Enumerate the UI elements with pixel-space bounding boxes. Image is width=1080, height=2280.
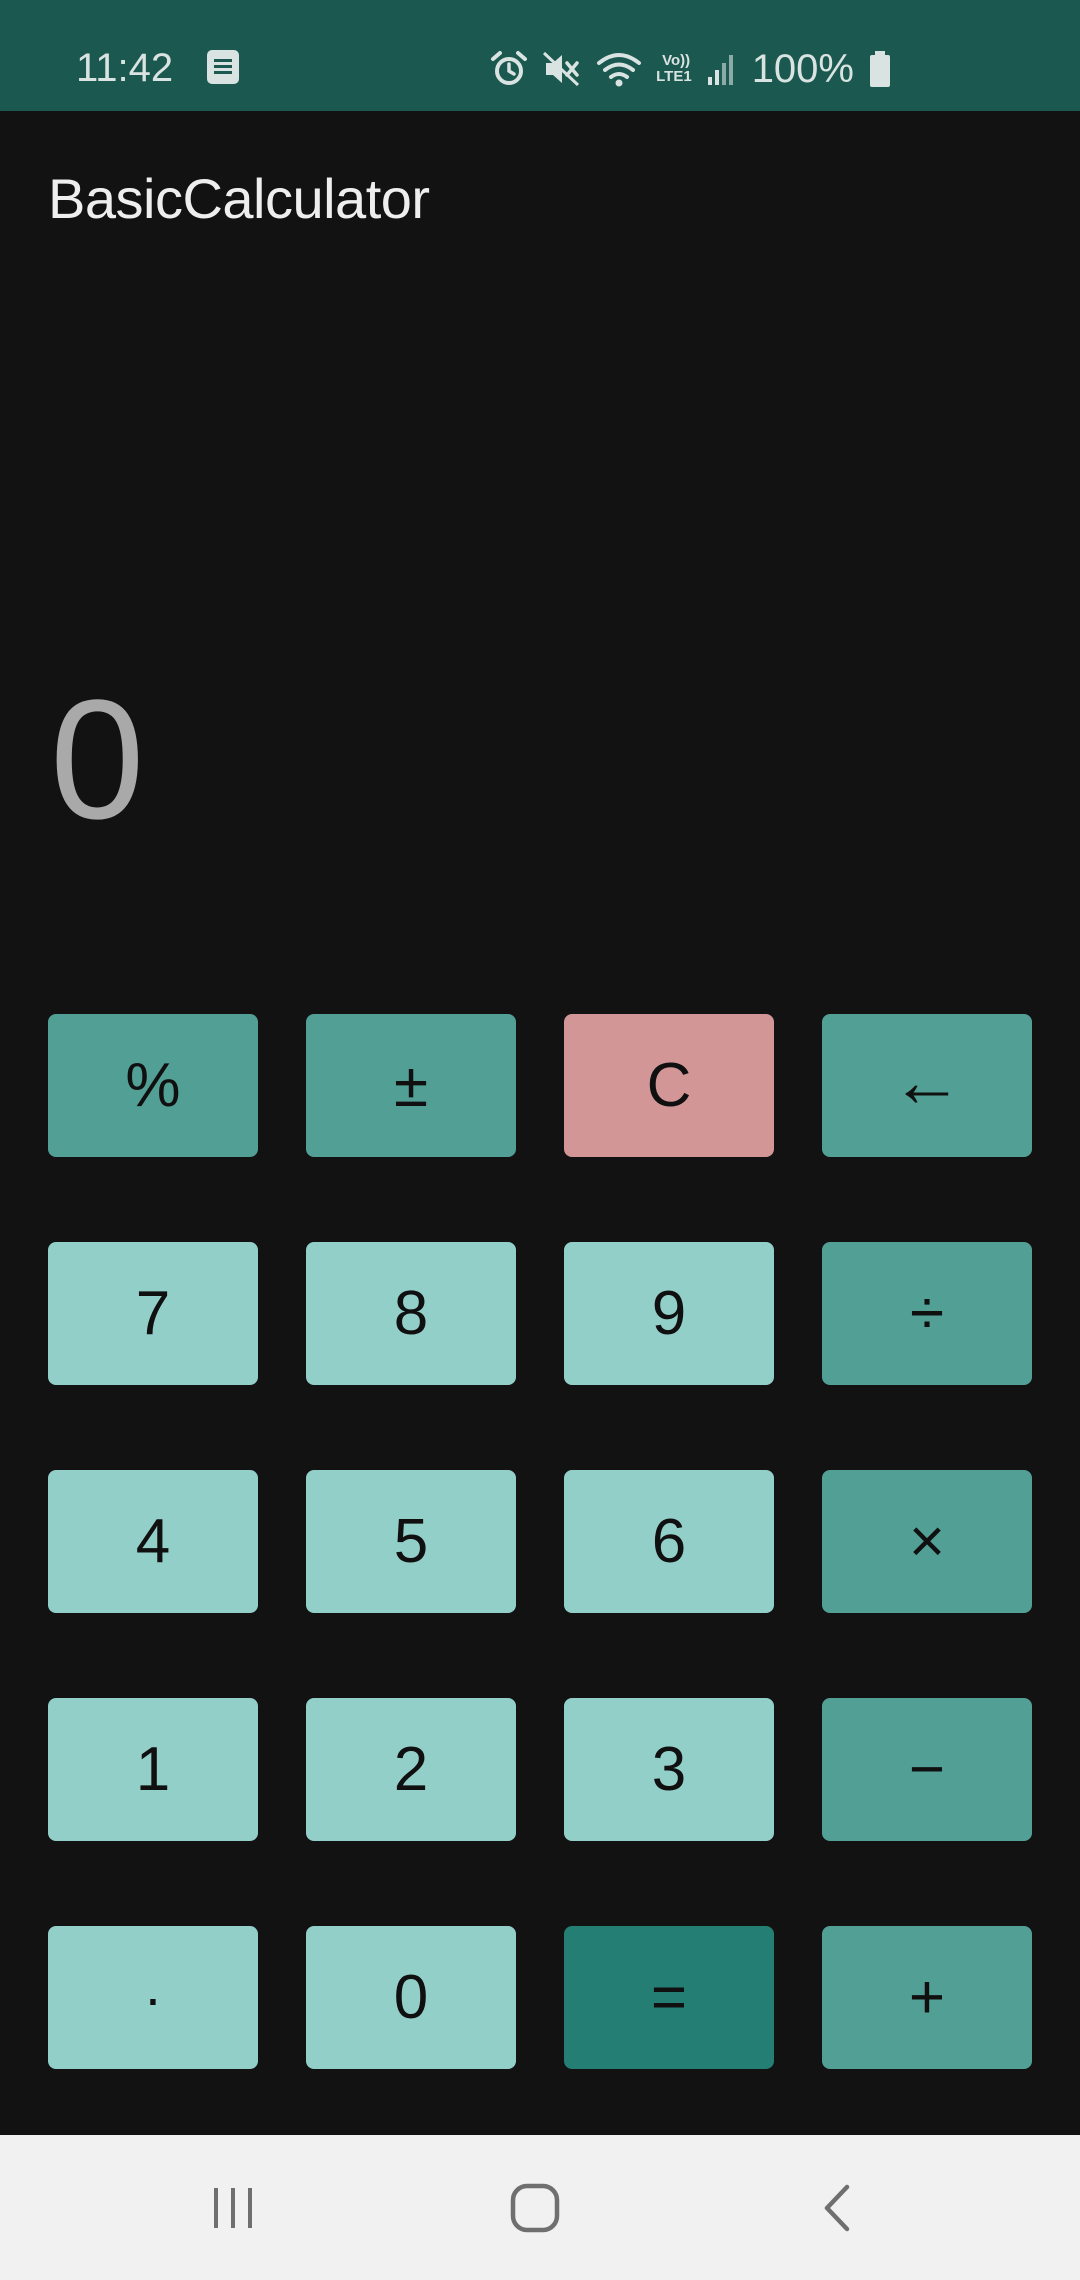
- key-label: 9: [651, 1279, 687, 1348]
- mute-icon: [543, 51, 580, 87]
- key-2-button[interactable]: 2: [306, 1698, 516, 1841]
- calculator-display: 0: [50, 665, 145, 855]
- key-8-button[interactable]: 8: [306, 1242, 516, 1385]
- navigation-bar: [0, 2135, 1080, 2280]
- back-button[interactable]: [767, 2135, 907, 2280]
- key-divide-button[interactable]: ÷: [822, 1242, 1032, 1385]
- key-backspace-button[interactable]: ←: [822, 1014, 1032, 1157]
- key-6-button[interactable]: 6: [564, 1470, 774, 1613]
- signal-icon: [707, 55, 733, 85]
- app-title: BasicCalculator: [48, 167, 430, 230]
- key-1-button[interactable]: 1: [48, 1698, 258, 1841]
- key-label: 5: [393, 1507, 429, 1576]
- key-label: +: [908, 1963, 946, 2032]
- status-time: 11:42: [76, 46, 174, 90]
- key-label: 8: [393, 1279, 429, 1348]
- status-bar: 11:42 Vo)) LTE1 100%: [0, 0, 1080, 111]
- key-0-button[interactable]: 0: [306, 1926, 516, 2069]
- key-clear-button[interactable]: C: [564, 1014, 774, 1157]
- key-equals-button[interactable]: =: [564, 1926, 774, 2069]
- key-label: =: [650, 1963, 688, 2032]
- key-label: %: [125, 1051, 181, 1120]
- wifi-icon: [597, 53, 642, 87]
- alarm-icon: [491, 51, 528, 85]
- key-5-button[interactable]: 5: [306, 1470, 516, 1613]
- key-label: ÷: [909, 1279, 945, 1348]
- home-icon: [510, 2183, 560, 2232]
- key-label: C: [646, 1051, 692, 1120]
- key-plus-minus-button[interactable]: ±: [306, 1014, 516, 1157]
- key-subtract-button[interactable]: −: [822, 1698, 1032, 1841]
- volte-label-bottom: LTE1: [656, 68, 692, 85]
- key-label: −: [908, 1735, 946, 1804]
- home-button[interactable]: [465, 2135, 605, 2280]
- recent-apps-icon: [214, 2187, 252, 2228]
- key-7-button[interactable]: 7: [48, 1242, 258, 1385]
- key-label: 1: [135, 1735, 171, 1804]
- keypad: % ± C ← 7 8 9 ÷ 4 5 6 × 1 2 3 − · 0 = +: [48, 1014, 1032, 2070]
- key-label: 2: [393, 1735, 429, 1804]
- key-label: 7: [135, 1279, 171, 1348]
- key-label: ±: [393, 1051, 429, 1120]
- key-label: 6: [651, 1507, 687, 1576]
- volte-icon: Vo)) LTE1: [656, 53, 692, 85]
- back-icon: [824, 2184, 850, 2231]
- key-multiply-button[interactable]: ×: [822, 1470, 1032, 1613]
- key-3-button[interactable]: 3: [564, 1698, 774, 1841]
- key-add-button[interactable]: +: [822, 1926, 1032, 2069]
- key-9-button[interactable]: 9: [564, 1242, 774, 1385]
- notes-icon: [207, 50, 239, 84]
- battery-percentage: 100%: [751, 47, 854, 91]
- status-icons: Vo)) LTE1 100%: [490, 44, 892, 94]
- key-label: ·: [143, 1966, 163, 2029]
- key-percent-button[interactable]: %: [48, 1014, 258, 1157]
- volte-label-top: Vo)): [662, 52, 691, 69]
- recent-apps-button[interactable]: [163, 2135, 303, 2280]
- key-label: ×: [908, 1507, 946, 1576]
- key-label: ←: [891, 1041, 963, 1122]
- key-label: 0: [393, 1963, 429, 2032]
- key-4-button[interactable]: 4: [48, 1470, 258, 1613]
- key-label: 3: [651, 1735, 687, 1804]
- key-label: 4: [135, 1507, 171, 1576]
- key-decimal-button[interactable]: ·: [48, 1926, 258, 2069]
- battery-icon: [870, 51, 890, 87]
